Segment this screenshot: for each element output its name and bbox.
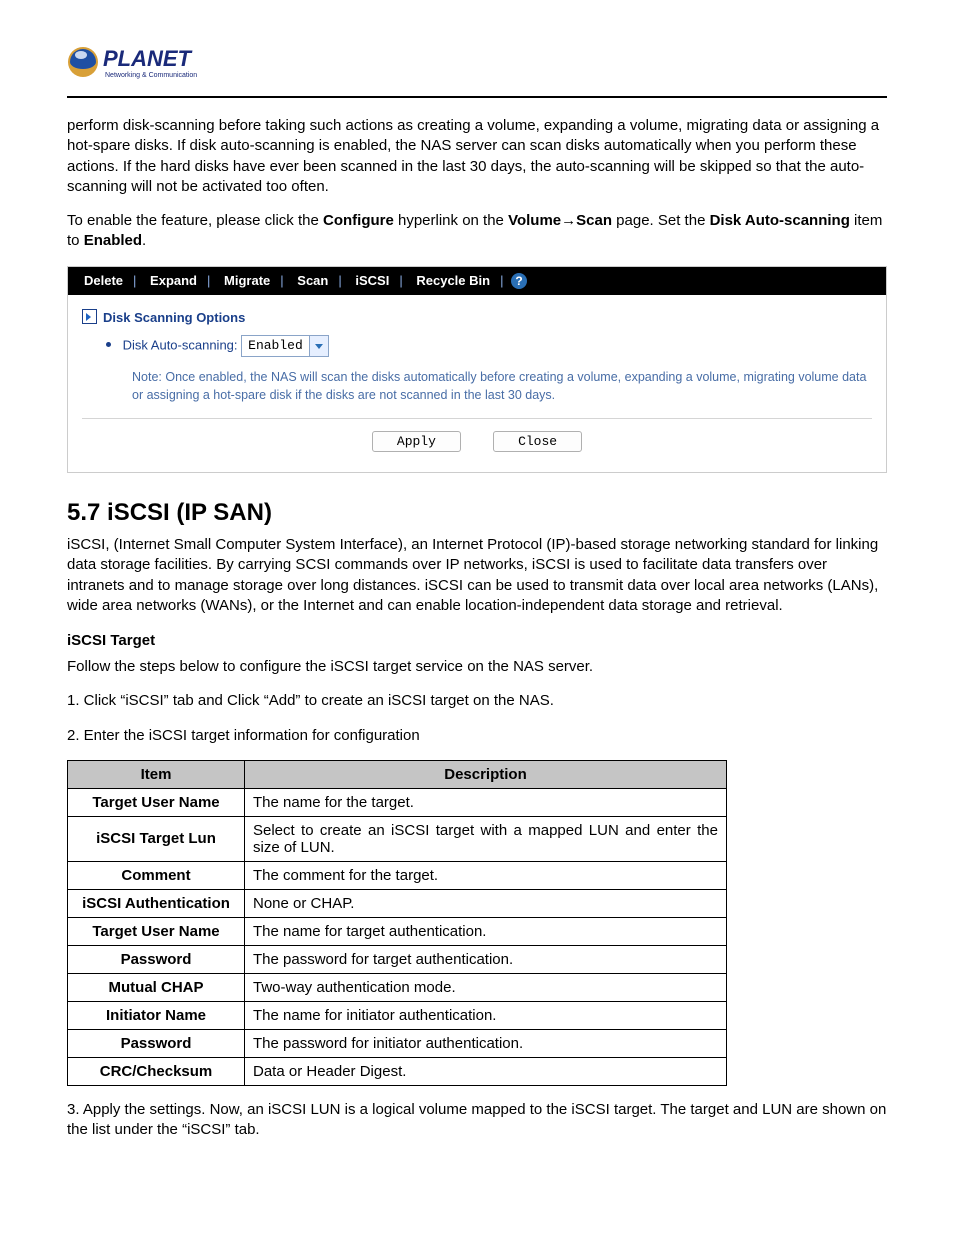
tab-delete[interactable]: Delete — [78, 273, 129, 288]
apply-button[interactable]: Apply — [372, 431, 461, 452]
cell-desc: The name for the target. — [245, 788, 727, 816]
auto-scanning-select[interactable]: Enabled — [241, 335, 329, 357]
bullet-icon — [106, 342, 111, 347]
col-description: Description — [245, 760, 727, 788]
header-rule — [67, 96, 887, 98]
iscsi-config-table: Item Description Target User NameThe nam… — [67, 760, 727, 1086]
text: To enable the feature, please click the — [67, 212, 323, 229]
cell-desc: Data or Header Digest. — [245, 1057, 727, 1085]
intro-para-2: To enable the feature, please click the … — [67, 211, 887, 252]
cell-item: Password — [68, 1029, 245, 1057]
tab-separator: | — [496, 273, 507, 288]
cell-desc: Two-way authentication mode. — [245, 973, 727, 1001]
text: hyperlink on the — [394, 212, 508, 229]
tab-scan[interactable]: Scan — [291, 273, 334, 288]
enabled-label: Enabled — [84, 232, 142, 249]
table-row: iSCSI AuthenticationNone or CHAP. — [68, 889, 727, 917]
auto-scanning-note: Note: Once enabled, the NAS will scan th… — [132, 369, 872, 404]
table-row: CommentThe comment for the target. — [68, 861, 727, 889]
table-row: Initiator NameThe name for initiator aut… — [68, 1001, 727, 1029]
screenshot-panel: Delete| Expand| Migrate| Scan| iSCSI| Re… — [67, 266, 887, 474]
text: page. Set the — [612, 212, 710, 229]
step-2: 2. Enter the iSCSI target information fo… — [67, 726, 887, 746]
tab-separator: | — [334, 273, 345, 288]
auto-scanning-label: Disk Auto-scanning: — [123, 338, 238, 353]
text: . — [142, 232, 146, 249]
step-1: 1. Click “iSCSI” tab and Click “Add” to … — [67, 691, 887, 711]
close-button[interactable]: Close — [493, 431, 582, 452]
logo-tagline: Networking & Communication — [105, 72, 197, 79]
configure-label: Configure — [323, 212, 394, 229]
cell-item: iSCSI Target Lun — [68, 816, 245, 861]
page-header: PLANET Networking & Communication — [67, 40, 887, 88]
disk-auto-scanning-label: Disk Auto-scanning — [710, 212, 850, 229]
table-row: Target User NameThe name for target auth… — [68, 917, 727, 945]
select-value: Enabled — [248, 338, 303, 353]
cell-item: Mutual CHAP — [68, 973, 245, 1001]
tab-separator: | — [395, 273, 406, 288]
table-row: PasswordThe password for target authenti… — [68, 945, 727, 973]
col-item: Item — [68, 760, 245, 788]
table-row: CRC/ChecksumData or Header Digest. — [68, 1057, 727, 1085]
panel-rule — [82, 418, 872, 419]
intro-para-1: perform disk-scanning before taking such… — [67, 116, 887, 197]
chevron-down-icon[interactable] — [309, 336, 328, 356]
cell-item: Comment — [68, 861, 245, 889]
volume-scan-label: Volume→Scan — [508, 212, 612, 229]
table-row: Mutual CHAPTwo-way authentication mode. — [68, 973, 727, 1001]
table-row: PasswordThe password for initiator authe… — [68, 1029, 727, 1057]
cell-desc: The name for initiator authentication. — [245, 1001, 727, 1029]
auto-scanning-row: Disk Auto-scanning: Enabled — [120, 335, 872, 357]
cell-item: Password — [68, 945, 245, 973]
cell-desc: The name for target authentication. — [245, 917, 727, 945]
tab-iscsi[interactable]: iSCSI — [349, 273, 395, 288]
options-heading: Disk Scanning Options — [82, 309, 872, 325]
cell-desc: Select to create an iSCSI target with a … — [245, 816, 727, 861]
tab-separator: | — [203, 273, 214, 288]
expand-icon[interactable] — [82, 309, 97, 324]
help-icon[interactable]: ? — [511, 273, 527, 289]
follow-text: Follow the steps below to configure the … — [67, 657, 887, 677]
tab-recycle-bin[interactable]: Recycle Bin — [410, 273, 496, 288]
table-row: Target User NameThe name for the target. — [68, 788, 727, 816]
section-desc: iSCSI, (Internet Small Computer System I… — [67, 535, 887, 616]
tab-migrate[interactable]: Migrate — [218, 273, 276, 288]
step-3: 3. Apply the settings. Now, an iSCSI LUN… — [67, 1100, 887, 1141]
cell-item: iSCSI Authentication — [68, 889, 245, 917]
cell-desc: The comment for the target. — [245, 861, 727, 889]
section-heading: 5.7 iSCSI (IP SAN) — [67, 499, 887, 527]
cell-item: Target User Name — [68, 917, 245, 945]
brand-logo: PLANET Networking & Communication — [67, 40, 217, 88]
cell-desc: The password for initiator authenticatio… — [245, 1029, 727, 1057]
iscsi-target-heading: iSCSI Target — [67, 632, 887, 649]
cell-item: Target User Name — [68, 788, 245, 816]
tab-bar: Delete| Expand| Migrate| Scan| iSCSI| Re… — [68, 267, 886, 296]
tab-expand[interactable]: Expand — [144, 273, 203, 288]
cell-desc: The password for target authentication. — [245, 945, 727, 973]
cell-desc: None or CHAP. — [245, 889, 727, 917]
logo-text: PLANET — [103, 46, 193, 71]
cell-item: Initiator Name — [68, 1001, 245, 1029]
tab-separator: | — [129, 273, 140, 288]
tab-separator: | — [276, 273, 287, 288]
cell-item: CRC/Checksum — [68, 1057, 245, 1085]
table-row: iSCSI Target LunSelect to create an iSCS… — [68, 816, 727, 861]
options-heading-text: Disk Scanning Options — [103, 310, 245, 325]
